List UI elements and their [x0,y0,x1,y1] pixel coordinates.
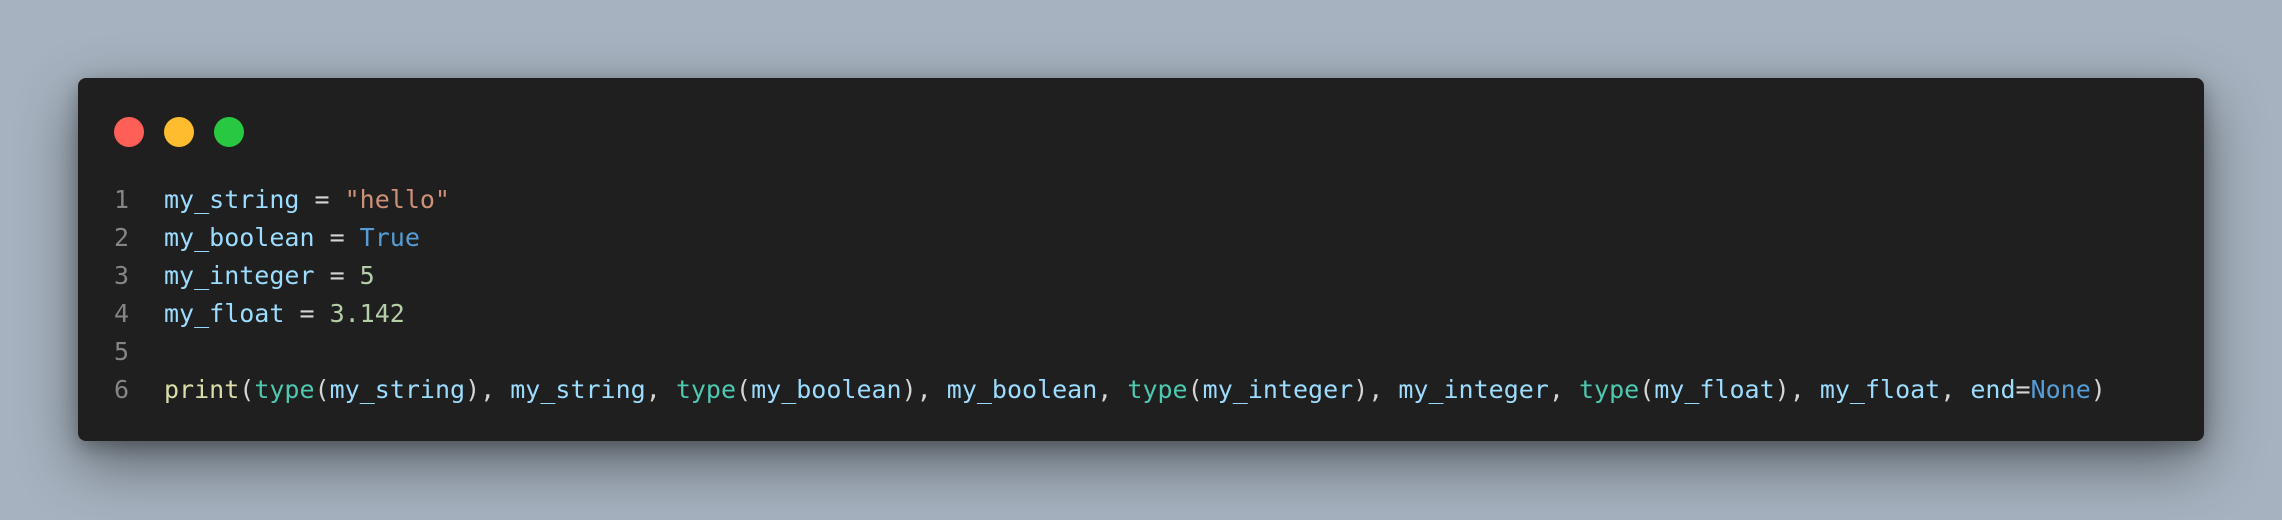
code-token: = [314,261,360,290]
code-token: = [284,299,330,328]
code-token: ), [901,375,947,404]
code-line: 4 my_float = 3.142 [114,295,2168,333]
code-line-content: my_boolean = True [164,219,2168,257]
code-token: , [1097,375,1128,404]
code-line-content: my_string = "hello" [164,181,2168,219]
code-token: ( [1639,375,1655,404]
code-token: , [645,375,676,404]
window-controls [114,117,244,147]
code-editor[interactable]: 1 my_string = "hello" 2 my_boolean = True 3 m… [114,181,2168,409]
code-token: type [254,375,315,404]
code-token: my_float [164,299,285,328]
code-token: my_float [1654,375,1775,404]
code-line: 1 my_string = "hello" [114,181,2168,219]
code-token: , [1940,375,1971,404]
code-token: my_boolean [946,375,1098,404]
code-token: ), [1774,375,1820,404]
code-token: = [299,185,345,214]
maximize-window-icon[interactable] [214,117,244,147]
code-line-content: print(type(my_string), my_string, type(m… [164,371,2168,409]
code-token: type [675,375,737,404]
code-window: 1 my_string = "hello" 2 my_boolean = True 3 m… [78,78,2204,441]
code-line-content: my_float = 3.142 [164,295,2168,333]
code-token: 5 [359,261,375,290]
line-number: 2 [114,223,130,252]
code-line: 2 my_boolean = True [114,219,2168,257]
code-token: ( [239,375,255,404]
line-number: 4 [114,299,130,328]
code-token: None [2030,375,2091,404]
code-token: , [1548,375,1579,404]
close-window-icon[interactable] [114,117,144,147]
code-token: ( [736,375,752,404]
code-token: type [1578,375,1640,404]
code-token: ), [1353,375,1399,404]
code-token: my_boolean [164,223,315,252]
code-token: ( [314,375,330,404]
code-token: my_string [164,185,300,214]
code-token: my_integer [1202,375,1354,404]
code-line: 6 print(type(my_string), my_string, type(… [114,371,2168,409]
code-token: my_string [329,375,466,404]
code-token: "hello" [344,185,450,214]
code-line: 3 my_integer = 5 [114,257,2168,295]
line-number: 1 [114,185,130,214]
code-token: = [314,223,360,252]
code-token: = [2015,375,2031,404]
code-token: True [359,223,420,252]
code-token: print [164,375,240,404]
code-token: type [1127,375,1188,404]
line-number: 6 [114,375,130,404]
code-token: ) [2090,375,2106,404]
code-token: end [1970,375,2016,404]
code-line-content [164,333,2168,371]
code-token: ), [465,375,511,404]
code-token: my_string [510,375,646,404]
code-token: 3.142 [329,299,405,328]
line-number: 5 [114,337,130,366]
code-token: my_boolean [751,375,902,404]
code-token: my_integer [164,261,315,290]
code-line: 5 [114,333,2168,371]
code-token: my_integer [1398,375,1549,404]
minimize-window-icon[interactable] [164,117,194,147]
code-line-content: my_integer = 5 [164,257,2168,295]
code-token: my_float [1819,375,1941,404]
line-number: 3 [114,261,130,290]
code-token: ( [1187,375,1203,404]
